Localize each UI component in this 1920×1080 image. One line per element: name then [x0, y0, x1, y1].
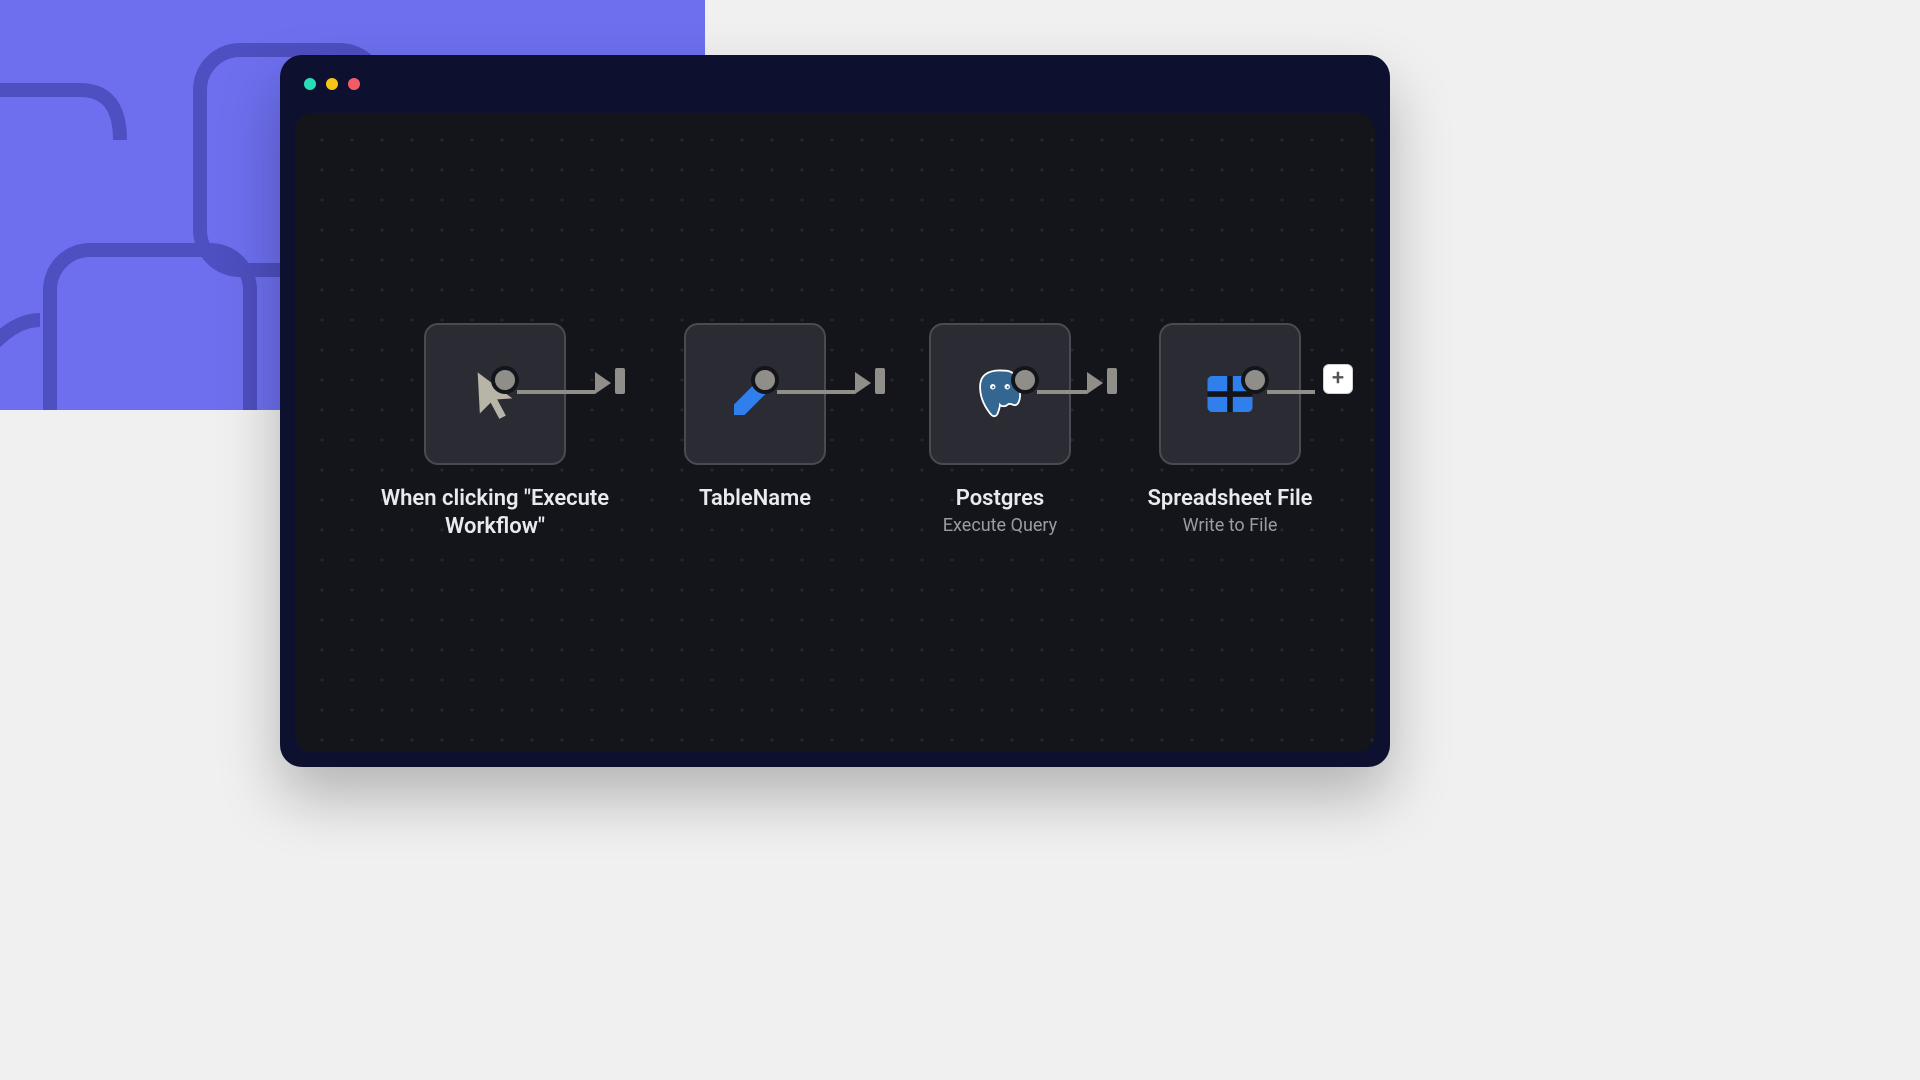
traffic-light-close-icon[interactable] — [304, 78, 316, 90]
connector-out-port[interactable] — [751, 366, 779, 394]
workflow-canvas[interactable]: When clicking "Execute Workflow" — [295, 113, 1375, 752]
connector-in-port[interactable] — [1107, 368, 1117, 394]
node-box[interactable] — [1159, 323, 1301, 465]
node-postgres[interactable]: Postgres Execute Query — [885, 323, 1115, 536]
node-spreadsheet[interactable]: Spreadsheet File Write to File + — [1115, 323, 1345, 536]
node-title: Postgres — [943, 485, 1057, 513]
node-box[interactable] — [424, 323, 566, 465]
traffic-light-minimize-icon[interactable] — [326, 78, 338, 90]
traffic-light-zoom-icon[interactable] — [348, 78, 360, 90]
node-subtitle: Write to File — [1147, 515, 1312, 536]
node-title: Spreadsheet File — [1147, 485, 1312, 513]
connector-out-port[interactable] — [491, 366, 519, 394]
window-titlebar — [280, 55, 1390, 113]
connector-out-port[interactable] — [1241, 366, 1269, 394]
node-tablename[interactable]: TableName — [625, 323, 885, 515]
workflow-flow: When clicking "Execute Workflow" — [365, 323, 1375, 542]
add-node-button[interactable]: + — [1323, 364, 1353, 394]
plus-icon: + — [1332, 368, 1344, 390]
connector-in-port[interactable] — [615, 368, 625, 394]
node-subtitle: Execute Query — [943, 515, 1057, 536]
node-trigger[interactable]: When clicking "Execute Workflow" — [365, 323, 625, 542]
node-box[interactable] — [684, 323, 826, 465]
app-window: When clicking "Execute Workflow" — [280, 55, 1390, 767]
node-title: When clicking "Execute Workflow" — [365, 485, 625, 540]
node-title: TableName — [699, 485, 811, 513]
connector-in-port[interactable] — [875, 368, 885, 394]
node-box[interactable] — [929, 323, 1071, 465]
connector-out-port[interactable] — [1011, 366, 1039, 394]
